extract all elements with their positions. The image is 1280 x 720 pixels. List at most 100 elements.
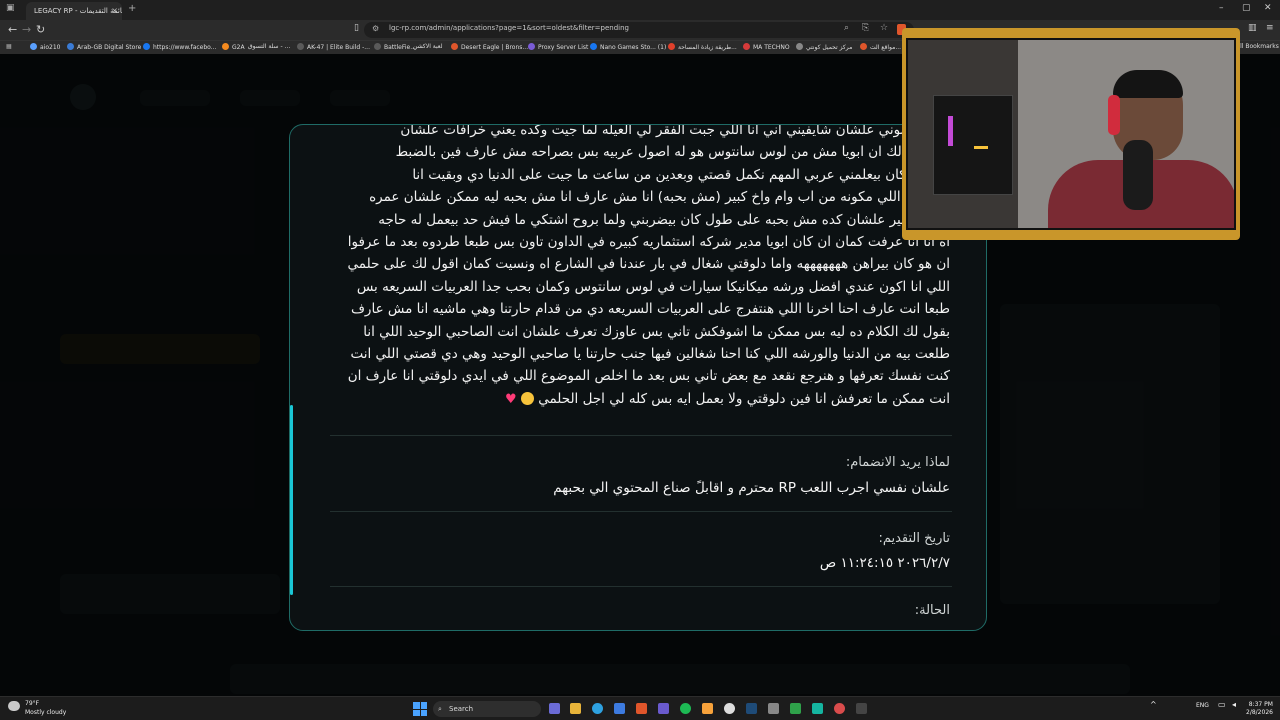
story-line: فت لما كان بيعلمني عربي المهم نكمل قصتي … [412,166,950,183]
bookmark-item[interactable]: Arab-GB Digital Store [67,43,141,51]
brave-icon[interactable] [636,703,647,714]
webcam-pc-case [933,95,1013,195]
bookmark-item[interactable]: Desert Eagle | Brons... [451,43,528,51]
site-info-icon[interactable]: ⚙ [372,24,379,33]
bookmark-icon [796,43,803,50]
app-icon[interactable] [812,703,823,714]
search-placeholder: Search [449,705,474,713]
bookmark-item[interactable]: مواقع الت... [860,43,901,51]
story-line: ي العيله اللي مكونه من اب وام واخ كبير (… [369,189,950,206]
clock-date: 2/8/2026 [1246,709,1273,716]
clock-time: 8:37 PM [1248,701,1273,708]
settings-icon[interactable] [768,703,779,714]
all-bookmarks[interactable]: All Bookmarks [1236,43,1279,50]
bookmark-item[interactable]: https://www.facebo... [143,43,216,51]
xbox-icon[interactable] [790,703,801,714]
pc-led [948,116,953,146]
clock[interactable]: 8:37 PM 2/8/2026 [1246,701,1273,717]
story-line: ت اقول لك ان ابويا مش من لوس سانتوس هو ل… [395,144,950,161]
tab-list-icon[interactable]: ▣ [6,3,15,13]
bookmark-item[interactable]: Nano Games Sto... (1) [590,43,666,51]
spotify-icon[interactable] [680,703,691,714]
edge-icon[interactable] [592,703,603,714]
address-bar[interactable]: ⚙ lgc-rp.com/admin/applications?page=1&s… [364,22,914,38]
bookmark-item[interactable]: G2A [222,43,245,51]
url-text: lgc-rp.com/admin/applications?page=1&sor… [389,24,629,32]
bookmark-icon [30,43,37,50]
facebook-icon [590,43,597,50]
star-icon[interactable]: ☆ [880,23,888,33]
weather-cloud-icon[interactable] [8,701,20,711]
network-icon[interactable]: ▭ [1218,700,1226,709]
bookmark-item[interactable]: AK-47 | Elite Build -... [297,43,370,51]
streamer-hair [1113,70,1183,98]
webcam-overlay [902,28,1240,240]
bookmark-item[interactable]: طريقة زيادة المساحة... [668,43,737,51]
bookmark-icon [67,43,74,50]
bookmark-page-icon[interactable]: ▯ [354,23,359,33]
file-explorer-icon[interactable] [570,703,581,714]
story-line: بقول لك الكلام ده ليه بس ممكن ما اشوفكش … [363,323,950,340]
taskbar-search[interactable]: ⌕ Search [433,701,541,717]
tab-legacy-rp[interactable]: LEGACY RP - قائمة التقديمات × [26,2,122,20]
share-icon[interactable]: ⎘ [862,23,869,33]
store-icon[interactable] [614,703,625,714]
bookmark-item[interactable]: aio210 [30,43,60,51]
tab-close-icon[interactable]: × [111,2,118,20]
bookmark-icon [451,43,458,50]
bookmark-item[interactable]: سلة التسوق - ... [248,43,290,50]
bookmark-icon [743,43,750,50]
new-tab-button[interactable]: + [128,3,136,14]
story-text: مش بيحبوني علشان شايفيني اني انا اللي جب… [310,125,950,410]
bookmark-item[interactable]: BattleFie... [374,43,416,51]
story-line: اه انا انا عرفت كمان ان كان ابويا مدير ش… [347,234,950,251]
task-view-icon[interactable] [549,703,560,714]
bookmark-item[interactable]: Proxy Server List [528,43,588,51]
sidebar-icon[interactable]: ▥ [1248,23,1257,33]
volume-icon[interactable]: ◂ [1232,700,1236,709]
app-icon[interactable] [834,703,845,714]
youtube-icon [668,43,675,50]
start-icon[interactable] [413,702,427,716]
tray-chevron-icon[interactable]: ^ [1150,700,1157,709]
discord-icon[interactable] [658,703,669,714]
pc-led [974,146,988,149]
steam-icon[interactable] [746,703,757,714]
bookmark-icon [297,43,304,50]
divider [330,435,952,436]
forward-icon[interactable]: → [22,23,31,36]
app-icon[interactable] [856,703,867,714]
bookmark-item[interactable]: مركز تحميل كونتي [796,43,852,51]
story-line: كنت نفسك تعرفها و هنرجع نقعد مع بعض تاني… [347,368,950,385]
close-window-icon[interactable]: ✕ [1264,3,1272,13]
reload-icon[interactable]: ↻ [36,23,45,36]
obs-icon[interactable] [724,703,735,714]
bookmark-item[interactable]: لعبة الاكشن [413,43,443,50]
heart-emoji-icon: ♥ [504,391,517,407]
modal-scrollbar[interactable] [290,405,293,595]
bookmark-icon [528,43,535,50]
weather-widget[interactable]: 79°F Mostly cloudy [25,699,66,717]
status-label: الحالة: [914,603,950,618]
why-join-value: علشان نفسي اجرب اللعب RP محترم و اقابلً … [553,480,950,496]
divider [330,586,952,587]
divider [330,511,952,512]
why-join-label: لماذا يريد الانضمام: [845,455,950,470]
tab-title: LEGACY RP - قائمة التقديمات [34,7,122,15]
back-icon[interactable]: ← [8,23,17,36]
windows-taskbar: 79°F Mostly cloudy ⌕ Search ^ ENG ▭ ◂ 8:… [0,696,1280,720]
minimize-icon[interactable]: – [1219,3,1224,13]
headset [1108,95,1120,135]
menu-icon[interactable]: ≡ [1266,23,1274,33]
language-indicator[interactable]: ENG [1196,702,1209,709]
maximize-icon[interactable]: ▢ [1242,3,1251,13]
story-last-line: انت ممكن ما تعرفش انا فين دلوقتي ولا بعم… [310,388,950,410]
cloud-icon[interactable] [702,703,713,714]
story-line: اللي انا اكون عندي افضل ورشه ميكانيكا سي… [356,278,950,295]
bookmark-item[interactable]: MA TECHNO [743,43,790,51]
zoom-icon[interactable]: ⌕ [844,23,849,33]
webcam-feed [906,38,1236,230]
apps-icon[interactable]: ▦ [6,43,12,50]
browser-tab-bar: ▣ LEGACY RP - قائمة التقديمات × + – ▢ ✕ [0,0,1280,20]
date-value: ٢٠٢٦/٢/٧ ١١:٢٤:١٥ ص [819,555,950,571]
